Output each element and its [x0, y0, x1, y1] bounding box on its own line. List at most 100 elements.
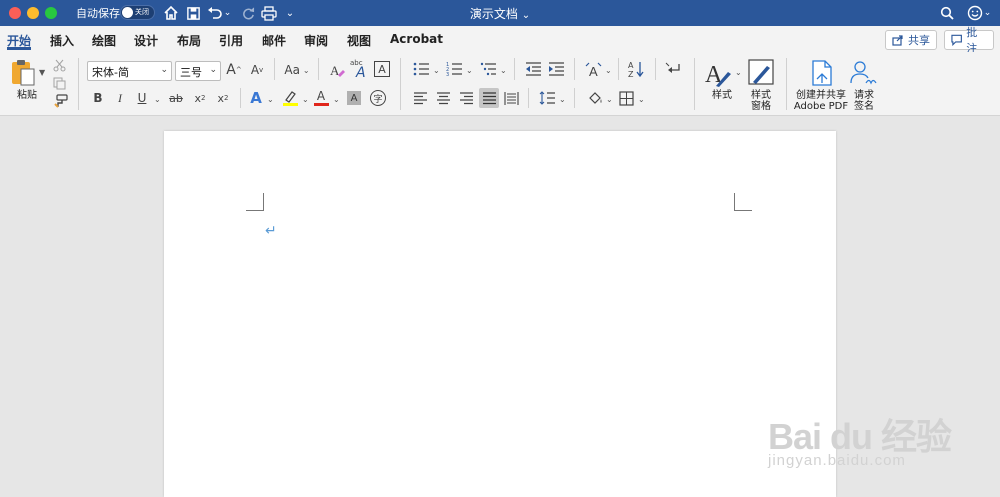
enclose-characters-glyph: 字 — [373, 94, 383, 105]
ribbon-separator — [574, 58, 575, 80]
bullets-icon[interactable] — [412, 61, 430, 77]
line-spacing-icon[interactable] — [538, 90, 556, 106]
styles-pane-icon[interactable] — [747, 58, 775, 88]
show-formatting-marks-icon[interactable] — [664, 61, 682, 77]
customize-toolbar-icon[interactable]: ⌄ — [284, 3, 296, 23]
tab-draw[interactable]: 绘图 — [92, 32, 116, 49]
request-signature-label[interactable]: 请求 签名 — [850, 90, 878, 112]
multilevel-caret-icon[interactable]: ⌄ — [500, 66, 507, 75]
svg-text:A: A — [628, 61, 634, 70]
copy-icon[interactable] — [52, 76, 66, 90]
align-left-icon[interactable] — [412, 90, 428, 106]
tab-acrobat[interactable]: Acrobat — [390, 32, 443, 46]
asian-layout-icon[interactable]: A — [584, 60, 602, 78]
font-family-select[interactable]: 宋体-简 ⌄ — [87, 61, 172, 81]
close-window-button[interactable] — [9, 7, 21, 19]
search-icon[interactable] — [938, 3, 956, 23]
maximize-window-button[interactable] — [45, 7, 57, 19]
text-effects-caret-icon[interactable]: ⌄ — [267, 95, 274, 104]
request-signature-icon[interactable] — [849, 58, 879, 88]
styles-pane-label[interactable]: 样式 窗格 — [747, 90, 775, 112]
ribbon-tabs: 开始 插入 绘图 设计 布局 引用 邮件 审阅 视图 Acrobat — [0, 26, 1000, 52]
redo-icon[interactable] — [238, 3, 256, 23]
document-title-caret-icon[interactable]: ⌄ — [522, 10, 530, 21]
distributed-icon[interactable] — [503, 90, 519, 106]
grow-font-glyph: A — [226, 62, 236, 78]
line-spacing-caret-icon[interactable]: ⌄ — [559, 95, 566, 104]
shading-caret-icon[interactable]: ⌄ — [606, 95, 613, 104]
font-color-icon[interactable]: A — [313, 89, 329, 107]
svg-text:A: A — [330, 63, 340, 78]
justify-icon[interactable] — [479, 88, 499, 108]
text-effects-icon[interactable]: A — [248, 89, 264, 107]
create-pdf-label-line2: Adobe PDF — [793, 101, 849, 112]
document-page[interactable]: ↵ — [164, 131, 836, 497]
enclose-characters-icon[interactable]: 字 — [370, 90, 386, 106]
underline-button[interactable]: U — [135, 90, 149, 106]
bold-button[interactable]: B — [91, 90, 105, 106]
borders-caret-icon[interactable]: ⌄ — [638, 95, 645, 104]
clear-formatting-icon[interactable]: A — [328, 61, 346, 79]
tab-mailings[interactable]: 邮件 — [262, 32, 286, 49]
underline-caret-icon[interactable]: ⌄ — [154, 95, 161, 104]
highlight-caret-icon[interactable]: ⌄ — [302, 95, 309, 104]
asian-layout-caret-icon[interactable]: ⌄ — [605, 66, 612, 75]
font-size-select[interactable]: 三号 ⌄ — [175, 61, 221, 81]
tab-layout[interactable]: 布局 — [177, 32, 201, 49]
strikethrough-button[interactable]: ab — [167, 90, 185, 106]
feedback-smiley-icon[interactable]: ⌄ — [965, 3, 993, 23]
comments-button[interactable]: 批注 — [944, 26, 994, 55]
shrink-font-icon[interactable]: Av — [249, 61, 265, 79]
print-icon[interactable] — [260, 3, 278, 23]
feedback-caret-icon[interactable]: ⌄ — [984, 8, 992, 18]
numbering-caret-icon[interactable]: ⌄ — [466, 66, 473, 75]
decrease-indent-icon[interactable] — [524, 61, 542, 77]
create-pdf-label[interactable]: 创建并共享 Adobe PDF — [792, 90, 850, 112]
margin-corner-top-left — [246, 193, 264, 211]
share-button[interactable]: 共享 — [885, 30, 937, 50]
svg-text:Z: Z — [628, 70, 634, 78]
bullets-caret-icon[interactable]: ⌄ — [433, 66, 440, 75]
tab-view[interactable]: 视图 — [347, 32, 371, 49]
borders-icon[interactable] — [618, 90, 634, 106]
tab-review[interactable]: 审阅 — [304, 32, 328, 49]
sort-icon[interactable]: AZ — [627, 60, 645, 78]
styles-caret-icon[interactable]: ⌄ — [735, 68, 742, 77]
superscript-button[interactable]: x2 — [215, 90, 231, 106]
paste-icon[interactable] — [8, 58, 38, 88]
change-case-icon[interactable]: Aa ⌄ — [284, 61, 310, 79]
format-painter-icon[interactable] — [52, 94, 68, 108]
font-family-value: 宋体-简 — [92, 66, 129, 79]
grow-font-icon[interactable]: A ^ — [226, 61, 242, 79]
undo-icon[interactable]: ⌄ — [205, 3, 233, 23]
italic-button[interactable]: I — [113, 90, 127, 106]
text-effects-glyph: A — [250, 89, 262, 107]
tab-design[interactable]: 设计 — [134, 32, 158, 49]
shrink-font-glyph: A — [250, 63, 260, 77]
document-title-text: 演示文档 — [469, 7, 518, 21]
multilevel-list-icon[interactable] — [479, 61, 497, 77]
home-icon[interactable] — [162, 3, 180, 23]
shading-icon[interactable] — [586, 89, 604, 107]
styles-gallery-icon[interactable]: A — [704, 58, 734, 88]
phonetic-guide-icon[interactable]: abc A — [350, 59, 370, 81]
numbering-icon[interactable]: 123 — [445, 61, 463, 77]
save-icon[interactable] — [184, 3, 202, 23]
increase-indent-icon[interactable] — [547, 61, 565, 77]
create-pdf-icon[interactable] — [810, 58, 834, 88]
tab-references[interactable]: 引用 — [219, 32, 243, 49]
subscript-button[interactable]: x2 — [192, 90, 208, 106]
autosave-toggle[interactable]: 关闭 — [120, 5, 155, 20]
align-right-icon[interactable] — [458, 90, 474, 106]
paste-caret-icon[interactable]: ▼ — [39, 68, 45, 77]
align-center-icon[interactable] — [435, 90, 451, 106]
highlight-icon[interactable] — [281, 89, 299, 107]
minimize-window-button[interactable] — [27, 7, 39, 19]
character-border-icon[interactable]: A — [374, 61, 390, 77]
cut-icon[interactable] — [52, 58, 66, 72]
tab-insert[interactable]: 插入 — [50, 32, 74, 49]
character-shading-glyph: A — [350, 92, 358, 104]
undo-caret-icon[interactable]: ⌄ — [224, 8, 232, 18]
character-shading-icon[interactable]: A — [347, 91, 361, 105]
font-color-caret-icon[interactable]: ⌄ — [333, 95, 340, 104]
